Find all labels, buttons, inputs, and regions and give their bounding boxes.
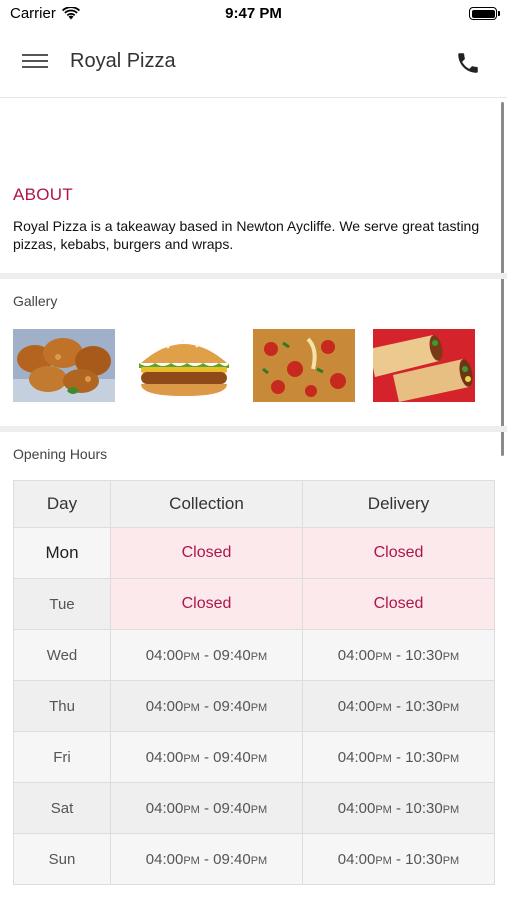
gallery-image-fried-chicken[interactable] [13, 329, 115, 402]
collection-cell: 04:00PM - 09:40PM [110, 833, 303, 885]
day-cell: Wed [13, 629, 111, 681]
delivery-cell: 04:00PM - 10:30PM [302, 629, 495, 681]
about-section: ABOUT Royal Pizza is a takeaway based in… [13, 185, 493, 253]
gallery-image-burger[interactable] [133, 329, 235, 402]
section-divider [0, 273, 507, 279]
day-cell: Tue [13, 578, 111, 630]
table-row: Sun 04:00PM - 09:40PM 04:00PM - 10:30PM [13, 833, 495, 885]
nav-bar: Royal Pizza [0, 28, 507, 98]
day-cell: Mon [13, 527, 111, 579]
gallery-image-pizza[interactable] [253, 329, 355, 402]
collection-cell: 04:00PM - 09:40PM [110, 731, 303, 783]
hamburger-menu-icon[interactable] [20, 50, 50, 74]
header-collection: Collection [110, 480, 303, 528]
phone-icon[interactable] [455, 50, 481, 76]
delivery-cell: 04:00PM - 10:30PM [302, 731, 495, 783]
collection-cell: Closed [110, 578, 303, 630]
table-header-row: Day Collection Delivery [13, 480, 495, 528]
collection-cell: 04:00PM - 09:40PM [110, 629, 303, 681]
table-row: Fri 04:00PM - 09:40PM 04:00PM - 10:30PM [13, 731, 495, 783]
header-delivery: Delivery [302, 480, 495, 528]
collection-cell: Closed [110, 527, 303, 579]
day-cell: Sun [13, 833, 111, 885]
delivery-cell: 04:00PM - 10:30PM [302, 833, 495, 885]
battery-icon [469, 7, 500, 20]
day-cell: Fri [13, 731, 111, 783]
about-heading: ABOUT [13, 185, 74, 204]
about-text: Royal Pizza is a takeaway based in Newto… [13, 218, 480, 252]
gallery-label: Gallery [13, 293, 58, 309]
table-row: Tue Closed Closed [13, 578, 495, 630]
page-title: Royal Pizza [70, 50, 176, 72]
day-cell: Sat [13, 782, 111, 834]
table-row: Wed 04:00PM - 09:40PM 04:00PM - 10:30PM [13, 629, 495, 681]
gallery-image-wraps[interactable] [373, 329, 475, 402]
delivery-cell: Closed [302, 527, 495, 579]
opening-hours-label: Opening Hours [13, 446, 108, 462]
delivery-cell: Closed [302, 578, 495, 630]
section-divider [0, 426, 507, 432]
gallery [13, 329, 475, 402]
header-day: Day [13, 480, 111, 528]
table-row: Sat 04:00PM - 09:40PM 04:00PM - 10:30PM [13, 782, 495, 834]
scrollbar[interactable] [501, 102, 504, 456]
delivery-cell: 04:00PM - 10:30PM [302, 782, 495, 834]
collection-cell: 04:00PM - 09:40PM [110, 782, 303, 834]
table-row: Mon Closed Closed [13, 527, 495, 579]
day-cell: Thu [13, 680, 111, 732]
collection-cell: 04:00PM - 09:40PM [110, 680, 303, 732]
clock: 9:47 PM [225, 5, 282, 22]
status-bar: Carrier 9:47 PM [0, 0, 507, 28]
table-row: Thu 04:00PM - 09:40PM 04:00PM - 10:30PM [13, 680, 495, 732]
opening-hours-table: Day Collection Delivery Mon Closed Close… [13, 480, 495, 885]
delivery-cell: 04:00PM - 10:30PM [302, 680, 495, 732]
